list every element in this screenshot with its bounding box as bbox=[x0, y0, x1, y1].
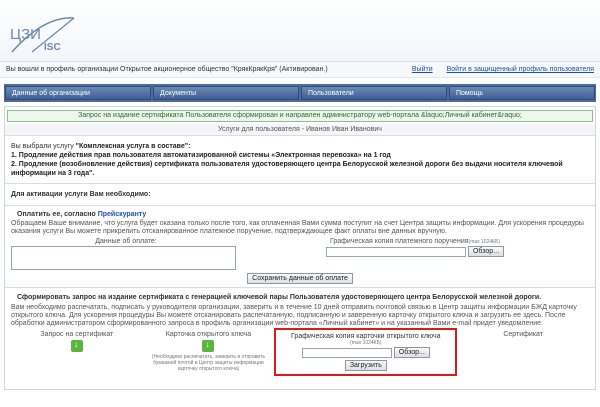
receipt-label-text: Графическая копия платежного поручения bbox=[329, 238, 469, 245]
card-column: Карточка открытого ключа (Необходимо рас… bbox=[143, 331, 275, 372]
main-nav: Данные об организации Документы Пользова… bbox=[4, 84, 596, 102]
card-upload-box: Графическая копия карточки открытого клю… bbox=[274, 328, 458, 376]
download-row: Запрос на сертификат Карточка открытого … bbox=[5, 328, 595, 379]
payment-data-group: Данные об оплате: bbox=[11, 238, 241, 270]
logo-text-bottom: ISC bbox=[44, 42, 61, 53]
payment-forms: Данные об оплате: Графическая копия плат… bbox=[5, 236, 595, 272]
profile-links: Выйти Войти в защищенный профиль пользов… bbox=[400, 66, 594, 73]
download-request-icon[interactable] bbox=[70, 339, 83, 352]
logo-text-top: ЦЗИ bbox=[10, 26, 41, 43]
czi-logo: ЦЗИ ISC bbox=[10, 17, 75, 53]
divider bbox=[5, 183, 595, 184]
receipt-group: Графическая копия платежного поручения(m… bbox=[241, 238, 589, 270]
page-header: ЦЗИ ISC bbox=[0, 0, 600, 62]
payment-title: Оплатить ее, согласно Прейскуранту bbox=[5, 209, 595, 220]
service-name: "Комплексная услуга в составе": bbox=[75, 143, 191, 150]
secure-profile-link[interactable]: Войти в защищенный профиль пользователя bbox=[447, 66, 594, 73]
certificate-label: Сертификат bbox=[503, 331, 543, 338]
main-content: Запрос на издание сертификата Пользовате… bbox=[4, 106, 596, 390]
divider bbox=[5, 205, 595, 206]
upload-hint: (max 1024КБ) bbox=[350, 340, 382, 346]
card-browse-button[interactable]: Обзор... bbox=[393, 347, 430, 358]
receipt-file-row: Обзор... bbox=[241, 246, 589, 257]
activation-title: Для активации услуги Вам необходимо: bbox=[11, 191, 151, 198]
section-title: Услуги для пользователя - Иванов Иван Ив… bbox=[5, 124, 595, 136]
payment-title-prefix: Оплатить ее, согласно bbox=[17, 211, 98, 218]
nav-item-users[interactable]: Пользователи bbox=[301, 86, 447, 100]
card-file-input[interactable] bbox=[301, 347, 392, 358]
success-notice: Запрос на издание сертификата Пользовате… bbox=[7, 110, 593, 122]
upload-file-row: Обзор... bbox=[280, 347, 451, 358]
nav-item-organization[interactable]: Данные об организации bbox=[5, 86, 151, 100]
upload-label: Графическая копия карточки открытого клю… bbox=[291, 333, 441, 340]
request-column: Запрос на сертификат bbox=[11, 331, 143, 354]
request-label: Запрос на сертификат bbox=[40, 331, 114, 338]
divider bbox=[5, 287, 595, 288]
nav-item-help[interactable]: Помощь bbox=[449, 86, 595, 100]
generation-title: Сформировать запрос на издание сертифика… bbox=[17, 294, 542, 301]
receipt-browse-button[interactable]: Обзор... bbox=[467, 246, 505, 257]
profile-status: Вы вошли в профиль организации Открытое … bbox=[6, 66, 328, 73]
certificate-column: Сертификат bbox=[457, 331, 589, 338]
receipt-label: Графическая копия платежного поручения(m… bbox=[241, 238, 589, 245]
card-note: (Необходимо распечатать, заверить и отпр… bbox=[151, 354, 266, 372]
generation-note: Вам необходимо распечатать, подписать у … bbox=[11, 304, 577, 327]
receipt-hint: (max 1024КБ) bbox=[468, 239, 501, 245]
service-line-1: 1. Продление действия прав пользователя … bbox=[11, 152, 391, 159]
service-intro: Вы выбрали услугу bbox=[11, 143, 76, 150]
service-line-2: 2. Продление (возобновление действия) се… bbox=[11, 161, 563, 177]
payment-data-textarea[interactable] bbox=[11, 246, 236, 270]
logout-link[interactable]: Выйти bbox=[412, 66, 433, 73]
save-row: Сохранить данные об оплате bbox=[5, 273, 595, 284]
service-description: Вы выбрали услугу "Комплексная услуга в … bbox=[5, 140, 595, 180]
card-label: Карточка открытого ключа bbox=[165, 331, 252, 338]
save-payment-button[interactable]: Сохранить данные об оплате bbox=[247, 273, 353, 284]
download-card-icon[interactable] bbox=[202, 339, 215, 352]
payment-note: Обращаем Ваше внимание, что услуга будет… bbox=[11, 220, 584, 235]
upload-button[interactable]: Загрузить bbox=[344, 360, 387, 371]
upload-button-row: Загрузить bbox=[280, 360, 451, 371]
nav-item-documents[interactable]: Документы bbox=[153, 86, 299, 100]
payment-data-label: Данные об оплате: bbox=[95, 238, 157, 245]
receipt-file-input[interactable] bbox=[325, 246, 466, 257]
profile-bar: Вы вошли в профиль организации Открытое … bbox=[0, 62, 600, 78]
price-list-link[interactable]: Прейскуранту bbox=[98, 211, 147, 218]
